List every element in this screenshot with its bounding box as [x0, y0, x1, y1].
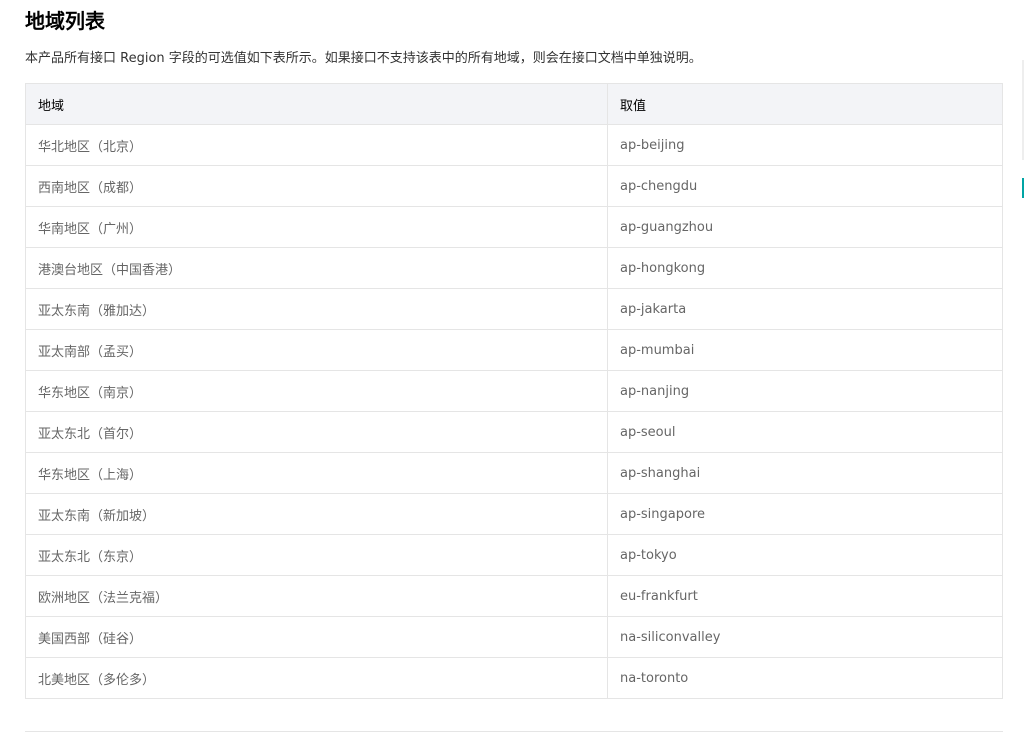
- table-row: 华南地区（广州） ap-guangzhou: [25, 206, 1003, 248]
- table-row: 华北地区（北京） ap-beijing: [25, 124, 1003, 166]
- page-description: 本产品所有接口 Region 字段的可选值如下表所示。如果接口不支持该表中的所有…: [25, 51, 702, 66]
- region-value-cell: ap-singapore: [607, 493, 1003, 535]
- region-value-cell: ap-guangzhou: [607, 206, 1003, 248]
- table-row: 华东地区（上海） ap-shanghai: [25, 452, 1003, 494]
- region-name-cell: 华南地区（广州）: [25, 206, 608, 248]
- region-name-cell: 港澳台地区（中国香港）: [25, 247, 608, 289]
- table-row: 亚太东北（东京） ap-tokyo: [25, 534, 1003, 576]
- region-value-cell: ap-beijing: [607, 124, 1003, 166]
- region-name-cell: 华东地区（上海）: [25, 452, 608, 494]
- region-name-cell: 亚太东北（首尔）: [25, 411, 608, 453]
- region-name-cell: 北美地区（多伦多）: [25, 657, 608, 699]
- region-name-cell: 亚太南部（孟买）: [25, 329, 608, 371]
- region-value-cell: ap-jakarta: [607, 288, 1003, 330]
- region-name-cell: 亚太东南（雅加达）: [25, 288, 608, 330]
- region-value-cell: ap-mumbai: [607, 329, 1003, 371]
- region-value-cell: ap-tokyo: [607, 534, 1003, 576]
- table-body: 华北地区（北京） ap-beijing 西南地区（成都） ap-chengdu 华南地区…: [25, 124, 1003, 699]
- table-row: 西南地区（成都） ap-chengdu: [25, 165, 1003, 207]
- region-name-cell: 亚太东南（新加坡）: [25, 493, 608, 535]
- table-row: 亚太东南（新加坡） ap-singapore: [25, 493, 1003, 535]
- table-row: 亚太东南（雅加达） ap-jakarta: [25, 288, 1003, 330]
- region-table: 地域 取值 华北地区（北京） ap-beijing 西南地区（成都） ap-cheng…: [25, 83, 1003, 699]
- region-name-cell: 华东地区（南京）: [25, 370, 608, 412]
- region-value-cell: na-toronto: [607, 657, 1003, 699]
- table-row: 华东地区（南京） ap-nanjing: [25, 370, 1003, 412]
- region-name-cell: 美国西部（硅谷）: [25, 616, 608, 658]
- header-value: 取值: [607, 83, 1003, 125]
- region-name-cell: 欧洲地区（法兰克福）: [25, 575, 608, 617]
- region-value-cell: eu-frankfurt: [607, 575, 1003, 617]
- region-value-cell: ap-chengdu: [607, 165, 1003, 207]
- region-name-cell: 亚太东北（东京）: [25, 534, 608, 576]
- region-value-cell: ap-seoul: [607, 411, 1003, 453]
- table-row: 欧洲地区（法兰克福） eu-frankfurt: [25, 575, 1003, 617]
- page: 地域列表 本产品所有接口 Region 字段的可选值如下表所示。如果接口不支持该…: [0, 0, 1024, 739]
- table-row: 美国西部（硅谷） na-siliconvalley: [25, 616, 1003, 658]
- section-divider: [25, 731, 1003, 732]
- region-value-cell: ap-shanghai: [607, 452, 1003, 494]
- region-value-cell: ap-nanjing: [607, 370, 1003, 412]
- region-value-cell: na-siliconvalley: [607, 616, 1003, 658]
- table-row: 北美地区（多伦多） na-toronto: [25, 657, 1003, 699]
- region-value-cell: ap-hongkong: [607, 247, 1003, 289]
- table-row: 亚太南部（孟买） ap-mumbai: [25, 329, 1003, 371]
- page-title: 地域列表: [25, 9, 105, 33]
- region-name-cell: 西南地区（成都）: [25, 165, 608, 207]
- region-name-cell: 华北地区（北京）: [25, 124, 608, 166]
- table-row: 亚太东北（首尔） ap-seoul: [25, 411, 1003, 453]
- table-row: 港澳台地区（中国香港） ap-hongkong: [25, 247, 1003, 289]
- table-header-row: 地域 取值: [25, 83, 1003, 125]
- header-region: 地域: [25, 83, 608, 125]
